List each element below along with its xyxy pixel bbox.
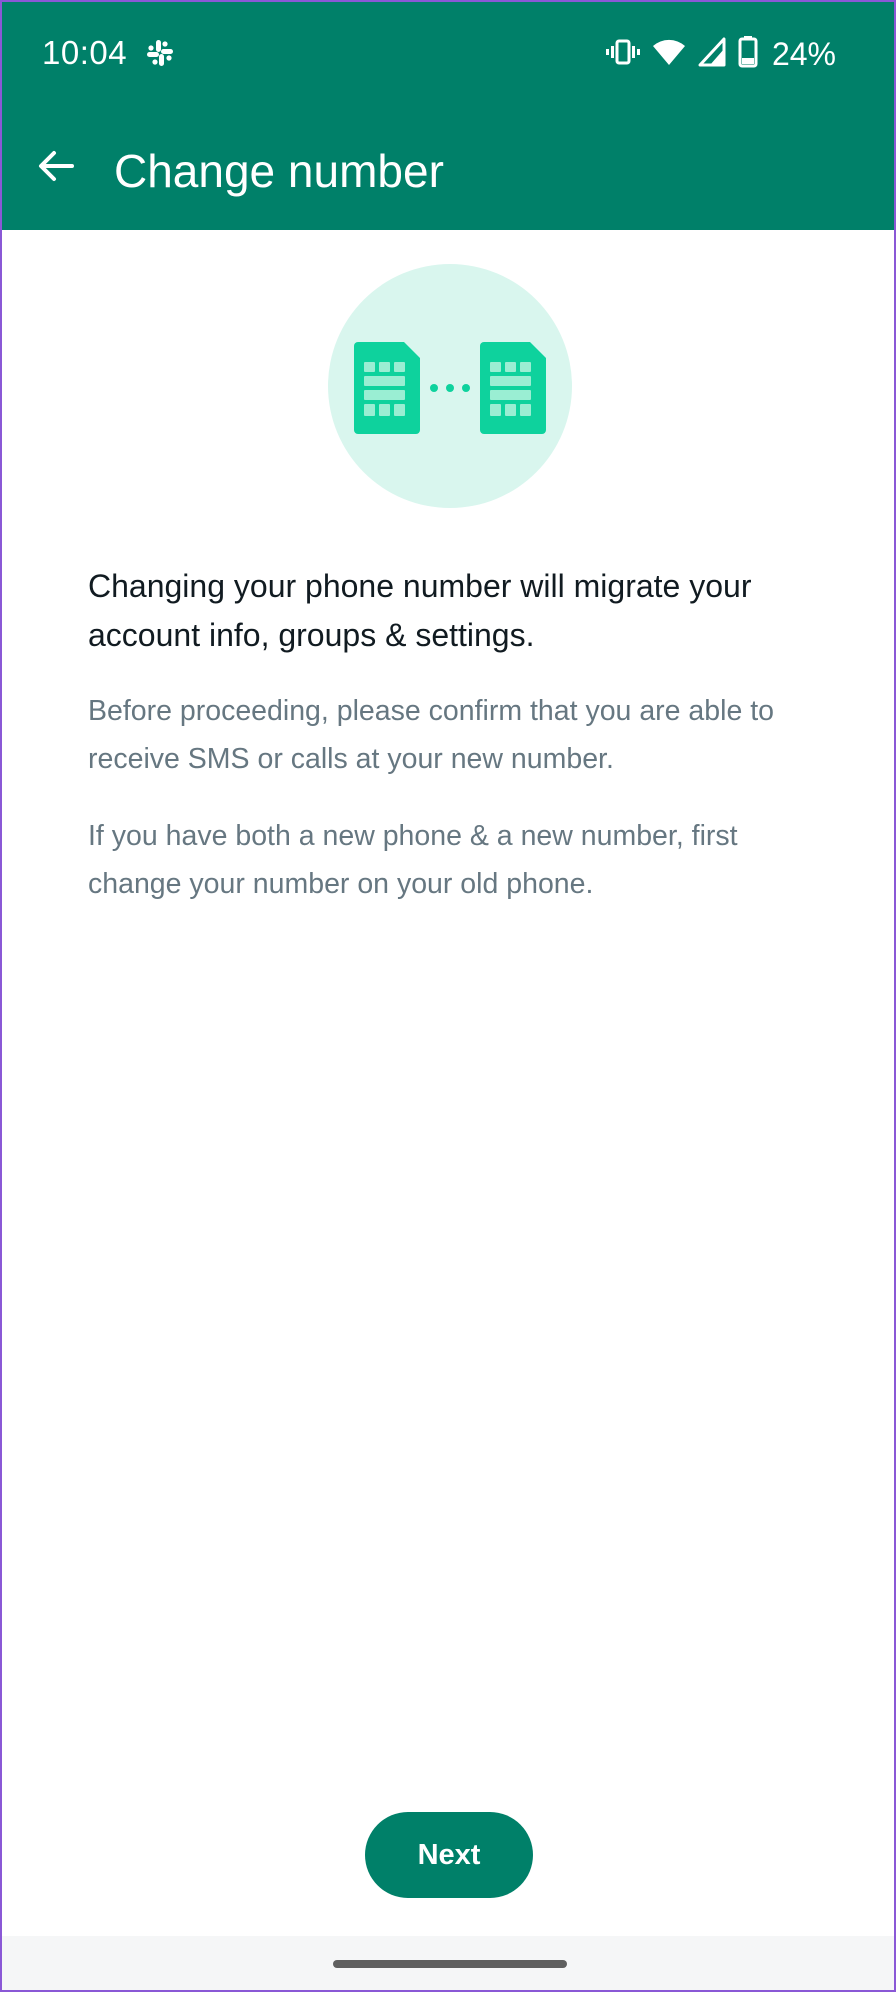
app-bar: Change number: [2, 106, 894, 230]
home-indicator[interactable]: [333, 1960, 567, 1968]
back-button[interactable]: [26, 138, 86, 198]
change-number-screen: 10:04 24% Change number Changing your ph…: [0, 0, 896, 1992]
cell-signal-icon: [698, 37, 726, 72]
info-content: Changing your phone number will migrate …: [88, 562, 828, 908]
arrow-back-icon: [36, 146, 76, 191]
status-time: 10:04: [42, 34, 128, 71]
old-phone-note-text: If you have both a new phone & a new num…: [88, 820, 738, 900]
next-button[interactable]: Next: [365, 1812, 533, 1898]
page-title: Change number: [114, 145, 444, 197]
wifi-icon: [652, 37, 686, 72]
vibrate-icon: [605, 37, 640, 72]
status-icons: 24%: [605, 32, 836, 76]
slack-icon: [145, 38, 175, 68]
sms-confirm-text: Before proceeding, please confirm that y…: [88, 695, 775, 775]
status-bar: 10:04 24%: [2, 2, 894, 106]
sim-swap-illustration: [328, 264, 572, 508]
headline-text: Changing your phone number will migrate …: [88, 568, 752, 653]
battery-icon: [738, 35, 758, 73]
gesture-nav-bar: [2, 1936, 894, 1990]
battery-percent: 24%: [771, 35, 836, 72]
sim-swap-icon: [354, 342, 546, 434]
